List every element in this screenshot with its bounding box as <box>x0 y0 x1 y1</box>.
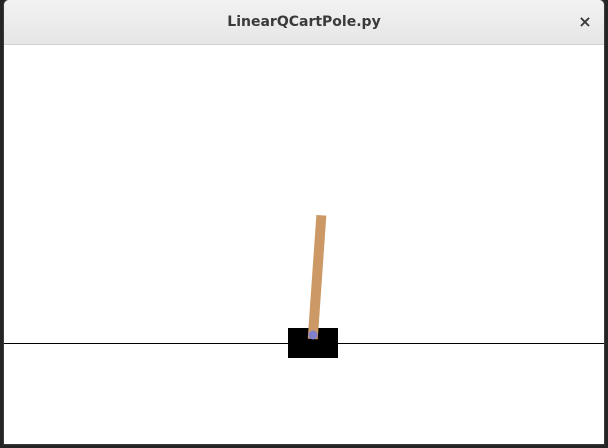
pole-group <box>307 214 327 340</box>
desktop: LinearQCartPole.py × <box>0 0 608 448</box>
window-title: LinearQCartPole.py <box>227 14 381 30</box>
pole <box>307 214 327 340</box>
app-window: LinearQCartPole.py × <box>4 0 604 444</box>
render-canvas <box>4 45 604 444</box>
close-icon[interactable]: × <box>576 13 594 31</box>
cartpole-scene <box>4 214 604 358</box>
axle <box>308 330 318 340</box>
title-bar[interactable]: LinearQCartPole.py × <box>4 0 604 45</box>
